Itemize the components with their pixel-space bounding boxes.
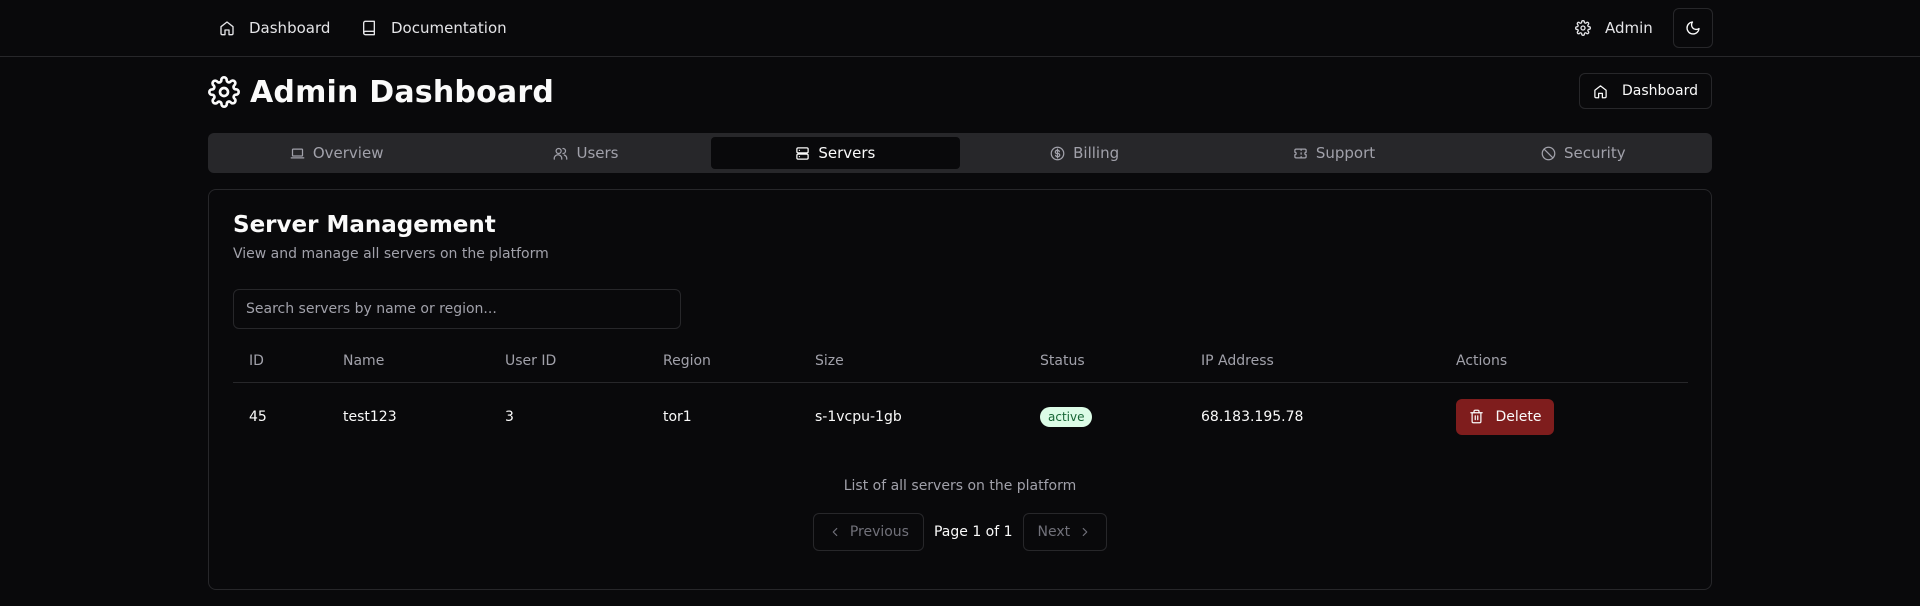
laptop-icon (290, 146, 305, 161)
column-header-user-id: User ID (505, 353, 557, 369)
cell-name: test123 (343, 408, 397, 425)
next-page-button[interactable]: Next (1022, 513, 1108, 551)
tab-label: Support (1315, 144, 1376, 162)
users-icon (553, 146, 568, 161)
pagination: Previous Page 1 of 1 Next (209, 513, 1711, 551)
tab-overview[interactable]: Overview (212, 137, 461, 169)
table-row: 45 test123 3 tor1 s-1vcpu-1gb active 68.… (233, 383, 1688, 450)
previous-label: Previous (849, 524, 909, 540)
tab-support[interactable]: Support (1209, 137, 1458, 169)
page-title: Admin Dashboard (250, 74, 554, 110)
nav-link-dashboard[interactable]: Dashboard (219, 14, 330, 42)
book-icon (361, 20, 377, 36)
tab-label: Security (1564, 144, 1626, 162)
tab-billing[interactable]: Billing (960, 137, 1209, 169)
trash-icon (1469, 409, 1484, 424)
tab-security[interactable]: Security (1459, 137, 1708, 169)
status-badge: active (1040, 406, 1093, 427)
gear-icon (1575, 20, 1591, 36)
nav-link-documentation[interactable]: Documentation (361, 14, 507, 42)
top-navbar: Dashboard Documentation Admin (0, 0, 1920, 57)
column-header-ip-address: IP Address (1201, 353, 1274, 369)
table-caption: List of all servers on the platform (843, 478, 1077, 494)
ban-icon (1541, 146, 1556, 161)
tab-label: Billing (1073, 144, 1120, 162)
nav-link-label: Documentation (391, 19, 507, 37)
tab-users[interactable]: Users (461, 137, 710, 169)
cell-actions: Delete (1456, 383, 1554, 450)
cell-status: active (1040, 383, 1093, 450)
tab-label: Servers (818, 144, 876, 162)
nav-link-label: Dashboard (249, 19, 331, 37)
home-icon (219, 20, 235, 36)
cell-ip-address: 68.183.195.78 (1201, 408, 1304, 425)
card-title: Server Management (233, 212, 496, 238)
chevron-left-icon (828, 525, 842, 539)
next-label: Next (1037, 524, 1071, 540)
cell-id: 45 (249, 408, 267, 425)
server-icon (795, 146, 810, 161)
delete-button[interactable]: Delete (1456, 398, 1554, 435)
server-management-card: Server Management View and manage all se… (208, 189, 1712, 590)
tab-servers[interactable]: Servers (710, 137, 960, 169)
theme-toggle-button[interactable] (1673, 8, 1713, 48)
dashboard-button[interactable]: Dashboard (1579, 73, 1712, 109)
column-header-region: Region (663, 353, 711, 369)
tab-label: Overview (312, 144, 384, 162)
table-header: ID Name User ID Region Size Status IP Ad… (233, 340, 1688, 383)
tab-label: Users (576, 144, 619, 162)
admin-label: Admin (1605, 19, 1653, 37)
page-info: Page 1 of 1 (933, 524, 1013, 540)
delete-button-label: Delete (1495, 408, 1542, 425)
column-header-name: Name (343, 353, 385, 369)
column-header-actions: Actions (1456, 353, 1508, 369)
dashboard-button-label: Dashboard (1622, 83, 1698, 99)
column-header-size: Size (815, 353, 844, 369)
dollar-icon (1050, 146, 1065, 161)
cell-user-id: 3 (505, 408, 514, 425)
servers-table: ID Name User ID Region Size Status IP Ad… (233, 340, 1688, 450)
chevron-right-icon (1078, 525, 1092, 539)
page-header: Admin Dashboard (208, 72, 554, 112)
admin-menu[interactable]: Admin (1575, 14, 1653, 42)
column-header-id: ID (249, 353, 264, 369)
moon-icon (1685, 20, 1701, 36)
gear-icon (208, 76, 240, 108)
admin-tabs: Overview Users Servers Billing Support S… (208, 133, 1712, 173)
home-icon (1593, 84, 1608, 99)
previous-page-button[interactable]: Previous (812, 513, 924, 551)
cell-region: tor1 (663, 408, 692, 425)
column-header-status: Status (1040, 353, 1085, 369)
card-description: View and manage all servers on the platf… (233, 246, 549, 262)
cell-size: s-1vcpu-1gb (815, 408, 902, 425)
server-search-input[interactable] (233, 289, 681, 329)
ticket-icon (1293, 146, 1308, 161)
